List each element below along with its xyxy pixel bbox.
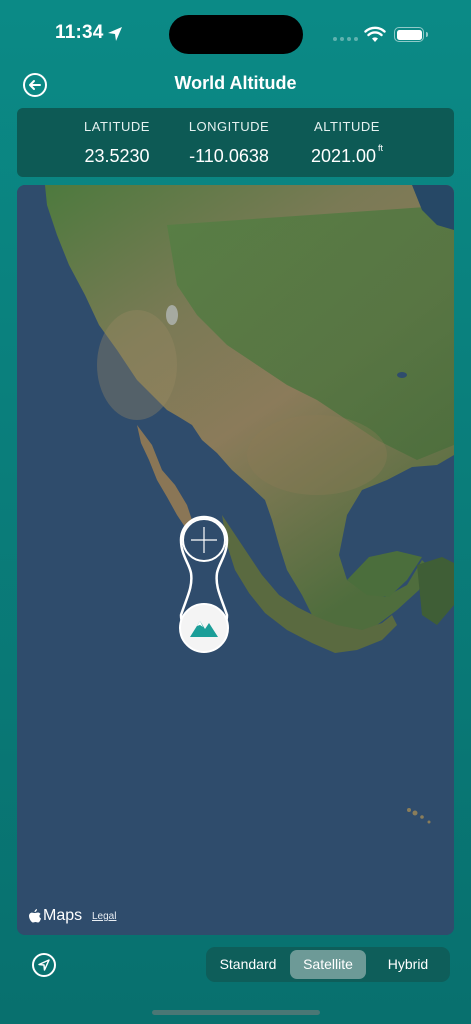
altitude-value: 2021.00 [310, 146, 377, 166]
status-time: 11:34 [55, 22, 104, 43]
latitude-value: 23.5230 [84, 146, 150, 166]
altitude-unit: ft [378, 143, 384, 153]
latitude-label: LATITUDE [84, 119, 150, 134]
longitude-value: -110.0638 [189, 146, 269, 166]
map-type-selector: Standard Satellite Hybrid [206, 947, 450, 982]
wifi-icon [364, 26, 386, 42]
legal-link[interactable]: Legal [92, 911, 116, 922]
status-bar: 11:34 [0, 0, 471, 60]
apple-logo-icon [29, 909, 41, 923]
page-title: World Altitude [174, 73, 297, 93]
altitude-pin[interactable] [175, 515, 233, 660]
current-location-button[interactable] [32, 953, 56, 977]
map-imagery [17, 185, 454, 935]
altitude-label: ALTITUDE [314, 119, 380, 134]
location-arrow-icon [108, 27, 122, 41]
map-type-standard[interactable]: Standard [209, 950, 287, 979]
cellular-signal-icon [333, 37, 358, 41]
dynamic-island [169, 15, 303, 54]
home-indicator[interactable] [152, 1010, 320, 1015]
longitude-label: LONGITUDE [188, 119, 270, 134]
map-type-satellite[interactable]: Satellite [290, 950, 366, 979]
satellite-map[interactable]: Maps Legal [17, 185, 454, 935]
battery-icon [394, 27, 428, 42]
map-type-hybrid[interactable]: Hybrid [369, 950, 447, 979]
location-arrow-icon [38, 959, 50, 971]
maps-attribution: Maps [29, 907, 82, 925]
maps-label: Maps [43, 907, 83, 924]
coordinates-panel: LATITUDE 23.5230 LONGITUDE -110.0638 ALT… [17, 108, 454, 177]
